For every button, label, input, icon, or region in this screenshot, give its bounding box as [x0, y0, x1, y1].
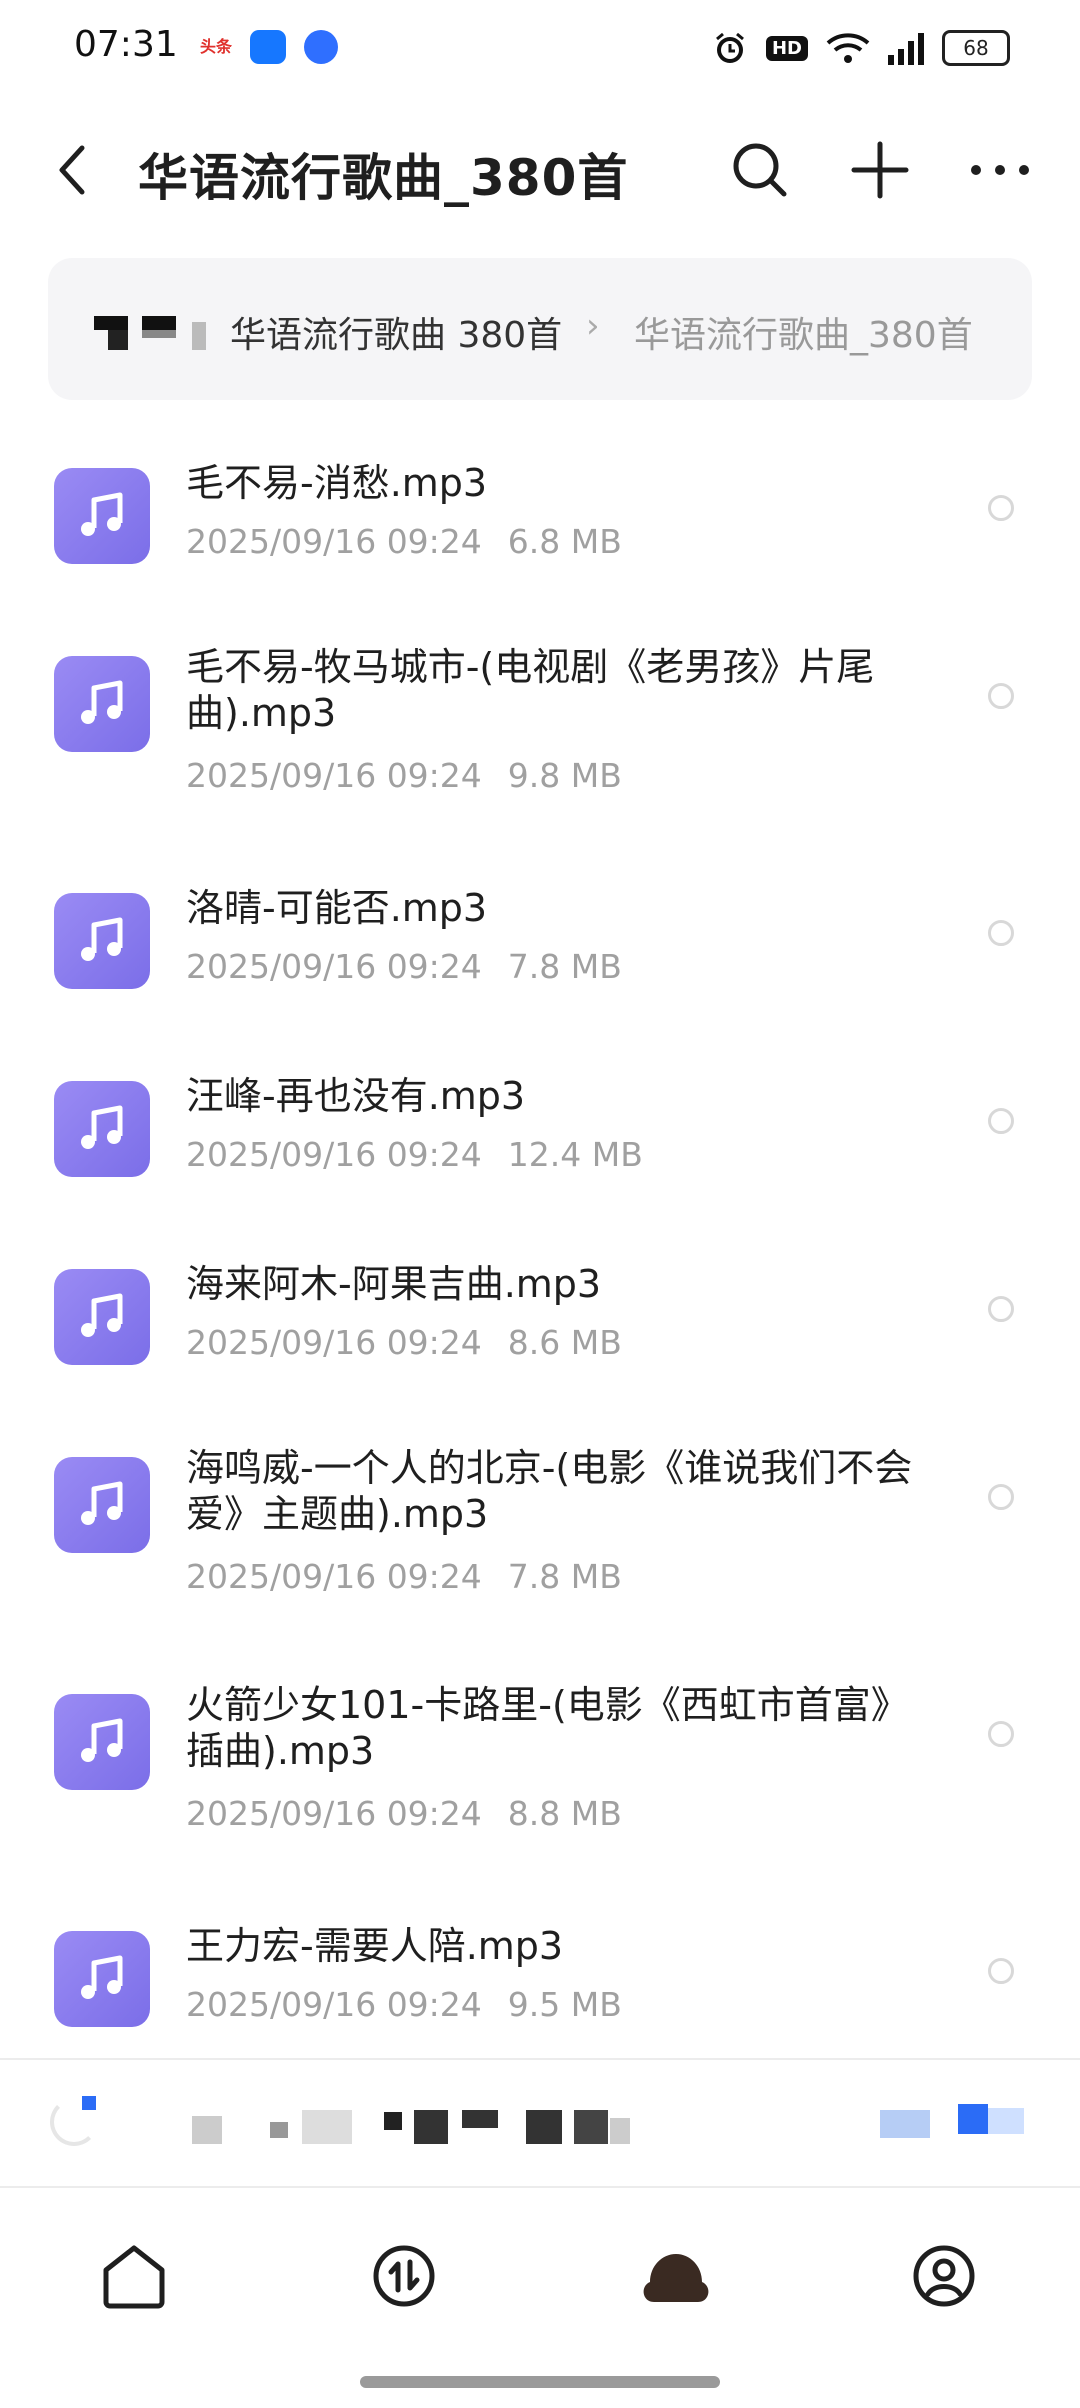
select-radio[interactable] — [988, 1958, 1014, 1984]
feishu-icon — [250, 30, 286, 64]
music-file-icon — [54, 1694, 150, 1790]
music-file-icon — [54, 893, 150, 989]
back-icon[interactable] — [52, 144, 92, 196]
select-radio[interactable] — [988, 495, 1014, 521]
breadcrumb-current: 华语流行歌曲_380首 — [634, 315, 973, 356]
file-name: 毛不易-消愁.mp3 — [186, 461, 488, 505]
file-name: 海鸣威-一个人的北京-(电影《谁说我们不会爱》主题曲).mp3 — [186, 1446, 913, 1536]
file-name: 洛晴-可能否.mp3 — [186, 886, 488, 930]
home-icon[interactable] — [94, 2236, 174, 2316]
file-meta: 2025/09/16 09:24 9.5 MB — [186, 1985, 622, 2024]
file-date: 2025/09/16 09:24 — [186, 1135, 482, 1174]
hd-icon: HD — [765, 35, 808, 61]
breadcrumb: 华语流行歌曲 380首 › 华语流行歌曲_380首 — [48, 258, 1032, 400]
breadcrumb-parent[interactable]: 华语流行歌曲 380首 — [230, 306, 562, 358]
file-size: 9.5 MB — [507, 1985, 622, 2024]
player-action-icon[interactable] — [958, 2104, 1024, 2138]
file-size: 6.8 MB — [507, 522, 622, 561]
file-size: 8.8 MB — [507, 1794, 622, 1833]
wifi-icon — [826, 33, 870, 63]
bottom-tab-bar — [0, 2190, 1080, 2360]
file-name: 汪峰-再也没有.mp3 — [186, 1074, 526, 1118]
status-bar: 07:31 头条 HD 68 — [0, 0, 1080, 96]
music-file-icon — [54, 1457, 150, 1553]
select-radio[interactable] — [988, 1296, 1014, 1322]
breadcrumb-separator: › — [586, 306, 600, 346]
page-title: 华语流行歌曲_380首 — [138, 149, 629, 207]
file-size: 7.8 MB — [507, 947, 622, 986]
toutiao-icon: 头条 — [196, 30, 236, 64]
status-icons: HD 68 — [712, 24, 1010, 72]
browser-icon — [304, 30, 338, 64]
file-size: 9.8 MB — [507, 756, 622, 795]
file-date: 2025/09/16 09:24 — [186, 522, 482, 561]
file-date: 2025/09/16 09:24 — [186, 756, 482, 795]
file-name: 海来阿木-阿果吉曲.mp3 — [186, 1262, 602, 1306]
status-time: 07:31 — [74, 24, 178, 65]
top-app-bar: 华语流行歌曲_380首 — [0, 120, 1080, 220]
file-size: 8.6 MB — [507, 1323, 622, 1362]
music-file-icon — [54, 1269, 150, 1365]
alarm-icon — [716, 32, 744, 63]
music-file-icon — [54, 656, 150, 752]
add-icon[interactable] — [848, 138, 912, 202]
file-meta: 2025/09/16 09:24 9.8 MB — [186, 756, 622, 795]
file-meta: 2025/09/16 09:24 12.4 MB — [186, 1135, 643, 1174]
file-size: 7.8 MB — [507, 1557, 622, 1596]
music-file-icon — [54, 1931, 150, 2027]
select-radio[interactable] — [988, 920, 1014, 946]
file-meta: 2025/09/16 09:24 7.8 MB — [186, 947, 622, 986]
transfer-icon[interactable] — [364, 2236, 444, 2316]
music-file-icon — [54, 1081, 150, 1177]
more-icon[interactable] — [968, 138, 1032, 202]
file-date: 2025/09/16 09:24 — [186, 1794, 482, 1833]
file-meta: 2025/09/16 09:24 6.8 MB — [186, 522, 622, 561]
signal-icon — [888, 31, 924, 65]
file-name: 火箭少女101-卡路里-(电影《西虹市首富》插曲).mp3 — [186, 1683, 909, 1773]
cloud-icon[interactable] — [636, 2236, 716, 2316]
breadcrumb-root-blurred[interactable] — [94, 316, 224, 350]
select-radio[interactable] — [988, 1721, 1014, 1747]
file-size: 12.4 MB — [507, 1135, 643, 1174]
status-dot — [82, 2096, 96, 2110]
mini-player[interactable] — [0, 2060, 1080, 2186]
file-date: 2025/09/16 09:24 — [186, 1323, 482, 1362]
profile-icon[interactable] — [904, 2236, 984, 2316]
file-date: 2025/09/16 09:24 — [186, 947, 482, 986]
file-name: 王力宏-需要人陪.mp3 — [186, 1924, 564, 1968]
music-file-icon — [54, 468, 150, 564]
file-name: 毛不易-牧马城市-(电视剧《老男孩》片尾曲).mp3 — [186, 645, 875, 735]
file-date: 2025/09/16 09:24 — [186, 1557, 482, 1596]
divider — [0, 2186, 1080, 2188]
file-meta: 2025/09/16 09:24 7.8 MB — [186, 1557, 622, 1596]
select-radio[interactable] — [988, 683, 1014, 709]
search-icon[interactable] — [728, 138, 792, 202]
file-meta: 2025/09/16 09:24 8.8 MB — [186, 1794, 622, 1833]
file-date: 2025/09/16 09:24 — [186, 1985, 482, 2024]
select-radio[interactable] — [988, 1108, 1014, 1134]
battery-icon: 68 — [942, 30, 1010, 66]
file-meta: 2025/09/16 09:24 8.6 MB — [186, 1323, 622, 1362]
select-radio[interactable] — [988, 1484, 1014, 1510]
gesture-home-bar[interactable] — [360, 2376, 720, 2388]
